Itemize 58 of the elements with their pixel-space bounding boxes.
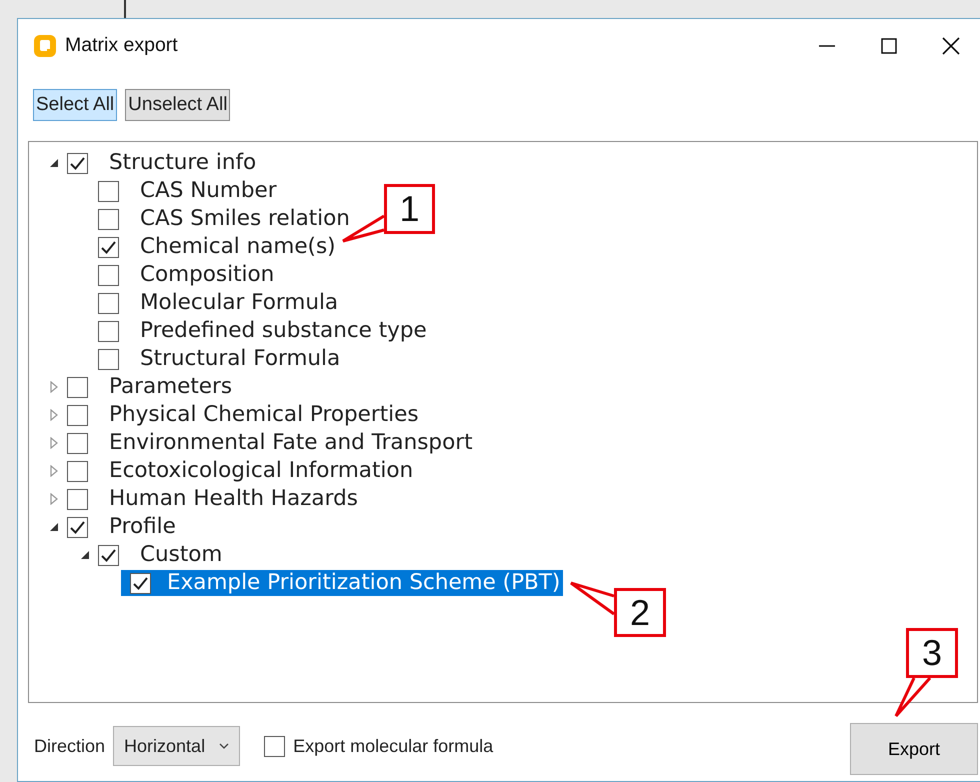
tree-checkbox[interactable] [130, 572, 151, 594]
tree-item[interactable]: Profile [107, 514, 178, 540]
maximize-icon [881, 38, 897, 54]
tree-checkbox[interactable] [98, 320, 119, 342]
tree-checkbox[interactable] [67, 488, 88, 510]
tree-checkbox[interactable] [67, 516, 88, 538]
checkbox-label: Export molecular formula [293, 734, 494, 758]
window-title: Matrix export [65, 33, 178, 58]
callout-number: 1 [384, 184, 435, 234]
tree-checkbox[interactable] [98, 208, 119, 230]
tree-checkbox[interactable] [67, 460, 88, 482]
app-logo-icon [33, 34, 57, 58]
tree-checkbox[interactable] [98, 544, 119, 566]
tree-checkbox[interactable] [67, 404, 88, 426]
callout-pointer [570, 582, 616, 616]
tree-item[interactable]: CAS Number [138, 178, 279, 204]
tree-checkbox[interactable] [98, 264, 119, 286]
toolbar-button[interactable]: Select All [33, 89, 118, 121]
collapse-arrow-icon[interactable] [79, 549, 91, 561]
tree-item[interactable]: Chemical name(s) [138, 234, 338, 260]
tree-item[interactable]: Custom [138, 542, 224, 568]
callout-number: 2 [614, 588, 666, 637]
tree-item[interactable]: Environmental Fate and Transport [107, 430, 474, 456]
tree-checkbox[interactable] [98, 236, 119, 258]
direction-dropdown[interactable]: Horizontal [113, 726, 240, 766]
direction-label: Direction [34, 734, 106, 758]
toolbar-button[interactable]: Unselect All [125, 89, 230, 121]
tree-item[interactable]: Human Health Hazards [107, 486, 360, 512]
tree-item[interactable]: Structure info [107, 150, 258, 176]
expand-arrow-icon[interactable] [48, 465, 60, 477]
tree-checkbox[interactable] [98, 180, 119, 202]
expand-arrow-icon[interactable] [48, 409, 60, 421]
tree-item[interactable]: Predefined substance type [138, 318, 429, 344]
tree-item[interactable]: Example Prioritization Scheme (PBT) [121, 570, 564, 596]
tree-checkbox[interactable] [67, 152, 88, 174]
tree-checkbox[interactable] [67, 376, 88, 398]
tree-item[interactable]: Physical Chemical Properties [107, 402, 421, 428]
tree-item[interactable]: CAS Smiles relation [138, 206, 352, 232]
expand-arrow-icon[interactable] [48, 493, 60, 505]
tree-item[interactable]: Ecotoxicological Information [107, 458, 416, 484]
tree-item[interactable]: Parameters [107, 374, 234, 400]
collapse-arrow-icon[interactable] [48, 157, 60, 169]
close-icon [942, 36, 960, 55]
callout-pointer [894, 676, 932, 718]
callout-number: 3 [906, 628, 958, 678]
expand-arrow-icon[interactable] [48, 437, 60, 449]
tree-checkbox[interactable] [98, 292, 119, 314]
tree-item[interactable]: Molecular Formula [138, 290, 340, 316]
checkbox[interactable] [264, 736, 286, 756]
minimize-icon [819, 44, 835, 47]
expand-arrow-icon[interactable] [48, 381, 60, 393]
tree-item[interactable]: Composition [138, 262, 276, 288]
tree-checkbox[interactable] [98, 348, 119, 370]
tree-checkbox[interactable] [67, 432, 88, 454]
tree-item[interactable]: Structural Formula [138, 346, 342, 372]
export-button[interactable]: Export [850, 723, 978, 775]
collapse-arrow-icon[interactable] [48, 521, 60, 533]
chevron-down-icon [219, 742, 230, 750]
